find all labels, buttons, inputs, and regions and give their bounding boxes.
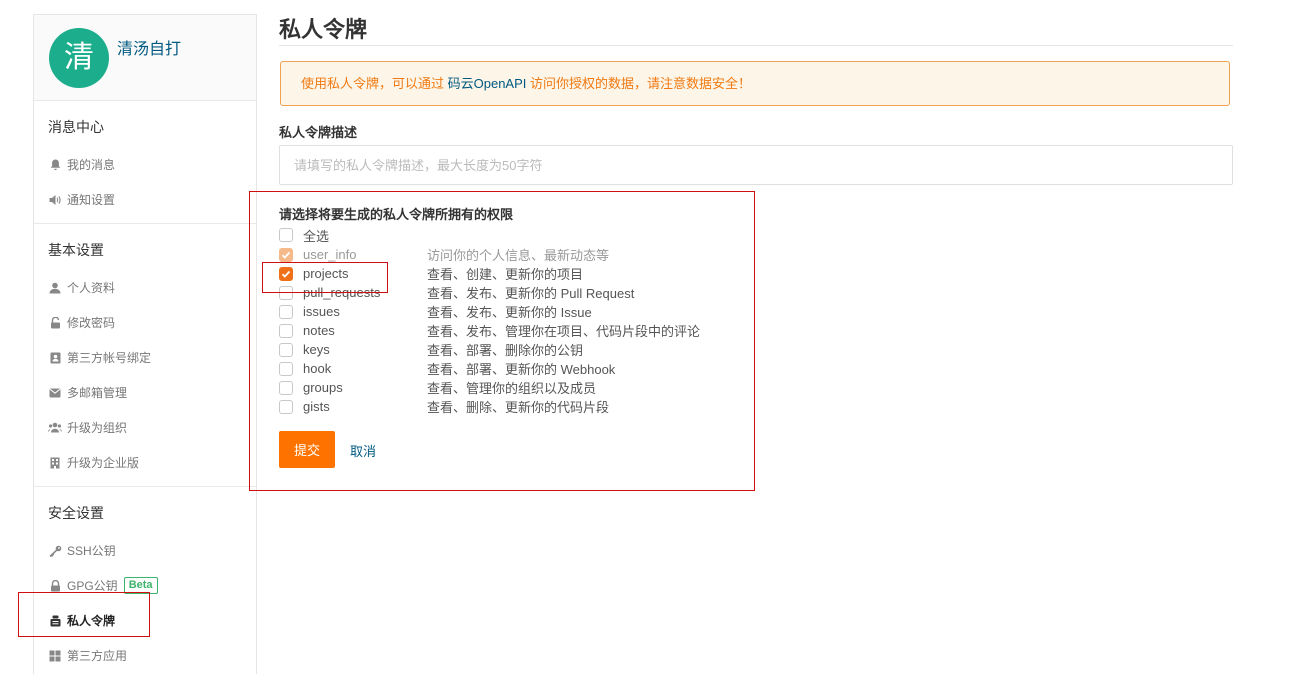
highlight-box-private-token: [18, 592, 150, 637]
security-notice: 使用私人令牌，可以通过 码云OpenAPI 访问你授权的数据，请注意数据安全！: [280, 61, 1230, 106]
token-description-label: 私人令牌描述: [279, 125, 358, 140]
title-divider: [279, 45, 1233, 46]
unlock-icon: [48, 316, 62, 330]
sidebar-item-third-party-binding[interactable]: 第三方帐号绑定: [34, 340, 256, 375]
users-icon: [48, 421, 62, 435]
username[interactable]: 清汤自打: [117, 35, 181, 59]
sidebar-item-my-messages[interactable]: 我的消息: [34, 147, 256, 182]
sidebar-item-label: SSH公钥: [67, 544, 116, 558]
user-icon: [48, 281, 62, 295]
sidebar-item-third-party-apps[interactable]: 第三方应用: [34, 638, 256, 673]
profile-header: 清 清汤自打: [34, 15, 256, 101]
sidebar-item-profile[interactable]: 个人资料: [34, 270, 256, 305]
section-title-basic: 基本设置: [48, 242, 104, 258]
security-section: 安全设置 SSH公钥 GPG公钥 Beta 私人令牌 第三方应用: [34, 487, 256, 679]
sidebar-item-upgrade-enterprise[interactable]: 升级为企业版: [34, 445, 256, 480]
sidebar-item-label: 修改密码: [67, 316, 116, 330]
sidebar-item-label: 我的消息: [67, 158, 116, 172]
sidebar-item-upgrade-org[interactable]: 升级为组织: [34, 410, 256, 445]
sidebar-item-change-password[interactable]: 修改密码: [34, 305, 256, 340]
highlight-box-projects: [262, 262, 388, 293]
avatar[interactable]: 清: [49, 28, 109, 88]
sidebar-item-label: 第三方应用: [67, 649, 128, 663]
section-title-messages: 消息中心: [48, 119, 104, 135]
sidebar-item-email-management[interactable]: 多邮箱管理: [34, 375, 256, 410]
notice-suffix: 访问你授权的数据，请注意数据安全！: [526, 76, 752, 91]
notice-prefix: 使用私人令牌，可以通过: [301, 76, 448, 91]
building-icon: [48, 456, 62, 470]
openapi-link[interactable]: 码云OpenAPI: [448, 76, 527, 91]
token-description-input[interactable]: [279, 145, 1233, 185]
sidebar-item-notify-settings[interactable]: 通知设置: [34, 182, 256, 217]
sidebar-item-label: 多邮箱管理: [67, 386, 128, 400]
sidebar-item-ssh-keys[interactable]: SSH公钥: [34, 533, 256, 568]
highlight-box-permissions: [249, 191, 755, 491]
sidebar-item-label: 第三方帐号绑定: [67, 351, 152, 365]
settings-sidebar: 清 清汤自打 消息中心 我的消息 通知设置 基本设置 个人资料 修改密码 第三方…: [33, 14, 257, 674]
sidebar-item-label: 通知设置: [67, 193, 116, 207]
section-title-security: 安全设置: [48, 505, 104, 521]
bell-icon: [48, 158, 62, 172]
sidebar-item-label: 升级为组织: [67, 421, 128, 435]
id-card-icon: [48, 351, 62, 365]
basic-section: 基本设置 个人资料 修改密码 第三方帐号绑定 多邮箱管理 升级为组织 升级为企业…: [34, 224, 256, 487]
app-icon: [48, 649, 62, 663]
page-title: 私人令牌: [279, 17, 368, 42]
key-icon: [48, 544, 62, 558]
lock-icon: [48, 579, 62, 593]
sidebar-item-label: 个人资料: [67, 281, 116, 295]
messages-section: 消息中心 我的消息 通知设置: [34, 101, 256, 224]
sidebar-item-label: 升级为企业版: [67, 456, 140, 470]
envelope-icon: [48, 386, 62, 400]
speaker-icon: [48, 193, 62, 207]
